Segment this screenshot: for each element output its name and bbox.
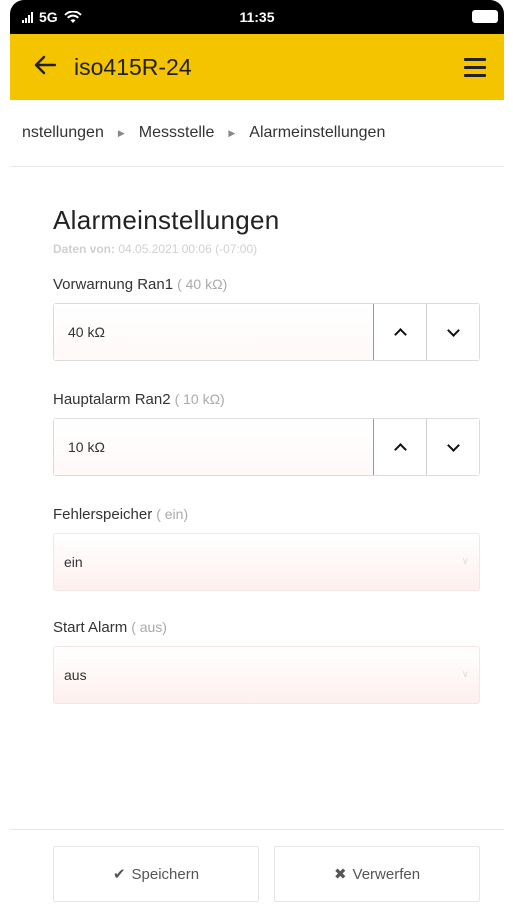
breadcrumb: nstellungen ▶ Messstelle ▶ Alarmeinstell…	[10, 100, 504, 167]
arrow-left-icon	[34, 55, 57, 75]
clock: 11:35	[239, 9, 275, 25]
vorwarnung-input[interactable]: 40 kΩ	[54, 304, 373, 360]
hauptalarm-current-hint: ( 10 kΩ)	[174, 391, 225, 407]
chevron-down-icon: ∨	[461, 669, 469, 680]
phone-screen: 5G 11:35 iso415R-24 nstellungen ▶ Messst…	[10, 0, 504, 909]
start-alarm-label-text: Start Alarm	[53, 619, 128, 636]
caret-right-icon: ▶	[117, 127, 125, 138]
start-alarm-select[interactable]: aus ∨	[53, 646, 480, 704]
date-value: 04.05.2021 00:06 (-07:00)	[118, 242, 258, 256]
fehlerspeicher-current-hint: ( ein)	[156, 506, 189, 522]
discard-button[interactable]: ✖ Verwerfen	[274, 846, 480, 902]
start-alarm-selected-value: aus	[64, 667, 87, 683]
hauptalarm-label-text: Hauptalarm Ran2	[53, 391, 171, 408]
hauptalarm-input[interactable]: 10 kΩ	[54, 419, 373, 475]
chevron-up-icon	[393, 442, 407, 456]
data-timestamp: Daten von: 04.05.2021 00:06 (-07:00)	[53, 242, 482, 256]
chevron-down-icon: ∨	[461, 556, 469, 567]
vorwarnung-current-hint: ( 40 kΩ)	[177, 276, 228, 292]
back-button[interactable]	[34, 52, 57, 80]
app-bar: iso415R-24	[10, 34, 504, 100]
hauptalarm-decrement-button[interactable]	[426, 419, 479, 475]
chevron-down-icon	[446, 323, 460, 337]
vorwarnung-stepper: 40 kΩ	[53, 303, 480, 361]
vorwarnung-decrement-button[interactable]	[426, 304, 479, 360]
vorwarnung-increment-button[interactable]	[373, 304, 426, 360]
hamburger-menu-icon[interactable]	[464, 58, 486, 82]
app-title: iso415R-24	[74, 54, 192, 80]
status-bar: 5G 11:35	[10, 0, 504, 34]
page-title: Alarmeinstellungen	[53, 205, 280, 235]
battery-icon	[472, 10, 498, 23]
save-button[interactable]: ✔ Speichern	[53, 846, 259, 902]
x-icon: ✖	[333, 866, 347, 883]
save-button-label: Speichern	[131, 865, 200, 883]
caret-right-icon: ▶	[228, 127, 236, 138]
discard-button-label: Verwerfen	[352, 865, 421, 883]
vorwarnung-label-text: Vorwarnung Ran1	[53, 276, 174, 293]
chevron-down-icon	[446, 438, 460, 452]
form-content: Alarmeinstellungen Daten von: 04.05.2021…	[10, 205, 504, 704]
hauptalarm-increment-button[interactable]	[373, 419, 426, 475]
breadcrumb-item-alarmeinstellungen[interactable]: Alarmeinstellungen	[249, 124, 385, 142]
check-icon: ✔	[112, 866, 126, 883]
action-footer: ✔ Speichern ✖ Verwerfen	[10, 829, 504, 909]
fehlerspeicher-selected-value: ein	[64, 554, 83, 570]
vorwarnung-label: Vorwarnung Ran1( 40 kΩ)	[53, 276, 482, 293]
hauptalarm-stepper: 10 kΩ	[53, 418, 480, 476]
fehlerspeicher-label-text: Fehlerspeicher	[53, 506, 153, 523]
start-alarm-current-hint: ( aus)	[131, 619, 167, 635]
breadcrumb-item-messstelle[interactable]: Messstelle	[139, 124, 215, 142]
chevron-up-icon	[393, 327, 407, 341]
hauptalarm-label: Hauptalarm Ran2( 10 kΩ)	[53, 391, 482, 408]
fehlerspeicher-select[interactable]: ein ∨	[53, 533, 480, 591]
date-prefix: Daten von:	[53, 242, 116, 256]
breadcrumb-item-einstellungen[interactable]: nstellungen	[22, 124, 104, 142]
fehlerspeicher-label: Fehlerspeicher( ein)	[53, 506, 482, 523]
start-alarm-label: Start Alarm( aus)	[53, 619, 482, 636]
